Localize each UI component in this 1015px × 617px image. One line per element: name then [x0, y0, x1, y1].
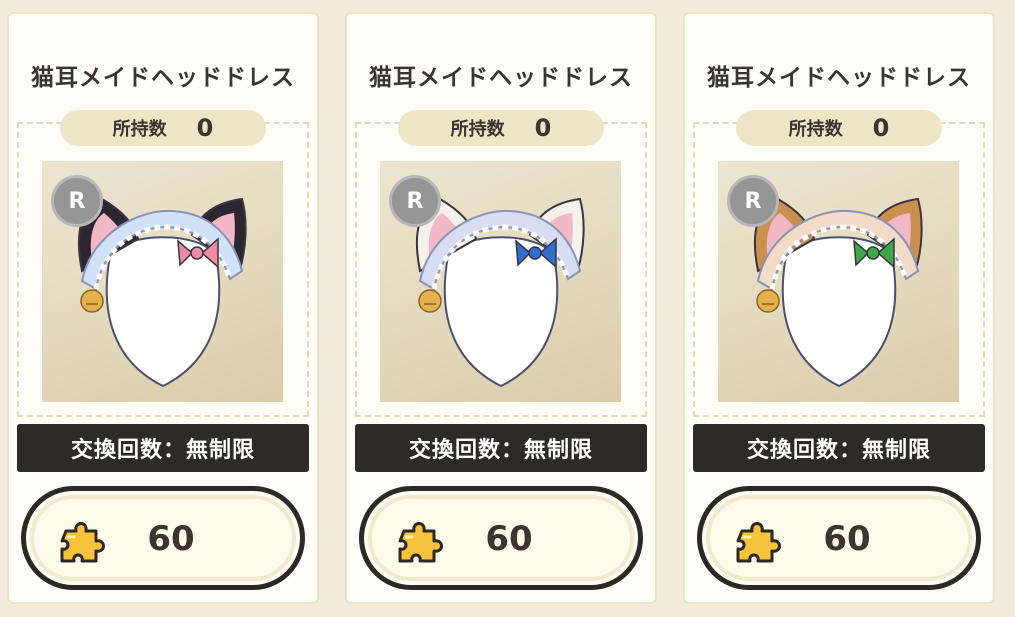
- item-title: 猫耳メイドヘッドドレス: [31, 65, 295, 91]
- exchange-cost-button[interactable]: 60: [697, 486, 981, 590]
- item-image[interactable]: R: [42, 161, 283, 402]
- owned-value: 0: [534, 114, 552, 142]
- owned-label: 所持数: [450, 119, 505, 140]
- cost-value: 60: [485, 519, 533, 559]
- owned-value: 0: [196, 114, 214, 142]
- item-title: 猫耳メイドヘッドドレス: [369, 65, 633, 91]
- shop-item-card: 猫耳メイドヘッドドレス 所持数 0 R 交換回数：無制限 60: [683, 12, 995, 604]
- rarity-badge: R: [51, 175, 103, 227]
- exchange-limit-label: 交換回数：無制限: [17, 424, 309, 472]
- shop-item-card: 猫耳メイドヘッドドレス 所持数 0 R 交換回数：無制限 60: [345, 12, 657, 604]
- owned-count-pill: 所持数 0: [398, 110, 604, 146]
- shop-item-card: 猫耳メイドヘッドドレス 所持数 0 R 交換回数：無制限 60: [7, 12, 319, 604]
- item-image[interactable]: R: [380, 161, 621, 402]
- exchange-limit-label: 交換回数：無制限: [693, 424, 985, 472]
- exchange-cost-button[interactable]: 60: [21, 486, 305, 590]
- cost-value: 60: [823, 519, 871, 559]
- exchange-cost-button[interactable]: 60: [359, 486, 643, 590]
- item-title: 猫耳メイドヘッドドレス: [707, 65, 971, 91]
- owned-value: 0: [872, 114, 890, 142]
- exchange-limit-label: 交換回数：無制限: [355, 424, 647, 472]
- rarity-badge: R: [727, 175, 779, 227]
- owned-count-pill: 所持数 0: [736, 110, 942, 146]
- owned-label: 所持数: [788, 119, 843, 140]
- cost-value: 60: [147, 519, 195, 559]
- rarity-badge: R: [389, 175, 441, 227]
- item-image[interactable]: R: [718, 161, 959, 402]
- owned-label: 所持数: [112, 119, 167, 140]
- owned-count-pill: 所持数 0: [60, 110, 266, 146]
